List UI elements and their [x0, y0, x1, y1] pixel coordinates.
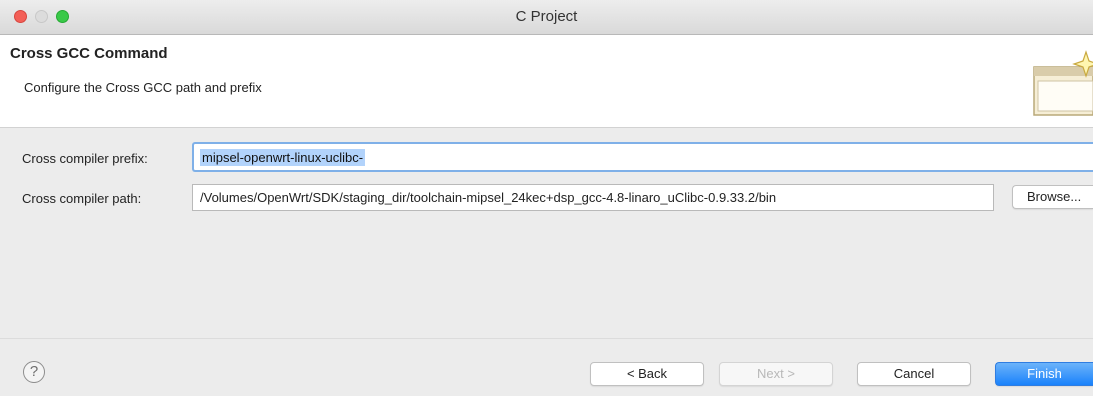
prefix-input-value[interactable]: mipsel-openwrt-linux-uclibc-	[200, 149, 366, 166]
path-label: Cross compiler path:	[22, 191, 142, 206]
page-title: Cross GCC Command	[10, 45, 168, 62]
browse-button[interactable]: Browse...	[1012, 185, 1093, 209]
footer-divider	[0, 338, 1093, 339]
back-button[interactable]: < Back	[590, 362, 704, 386]
path-input[interactable]: /Volumes/OpenWrt/SDK/staging_dir/toolcha…	[192, 184, 994, 211]
cancel-button[interactable]: Cancel	[857, 362, 971, 386]
prefix-label: Cross compiler prefix:	[22, 151, 148, 166]
finish-button[interactable]: Finish	[995, 362, 1093, 386]
window-title: C Project	[515, 8, 578, 25]
form-area: Cross compiler prefix: mipsel-openwrt-li…	[0, 128, 1093, 338]
title-bar: C Project	[0, 0, 1093, 35]
next-button[interactable]: Next >	[719, 362, 833, 386]
path-input-value[interactable]: /Volumes/OpenWrt/SDK/staging_dir/toolcha…	[200, 190, 776, 205]
wizard-banner-icon	[1032, 47, 1093, 117]
page-description: Configure the Cross GCC path and prefix	[24, 80, 262, 95]
wizard-header: Cross GCC Command Configure the Cross GC…	[0, 35, 1093, 128]
prefix-input[interactable]: mipsel-openwrt-linux-uclibc-	[192, 142, 1093, 172]
help-icon[interactable]: ?	[23, 361, 45, 383]
